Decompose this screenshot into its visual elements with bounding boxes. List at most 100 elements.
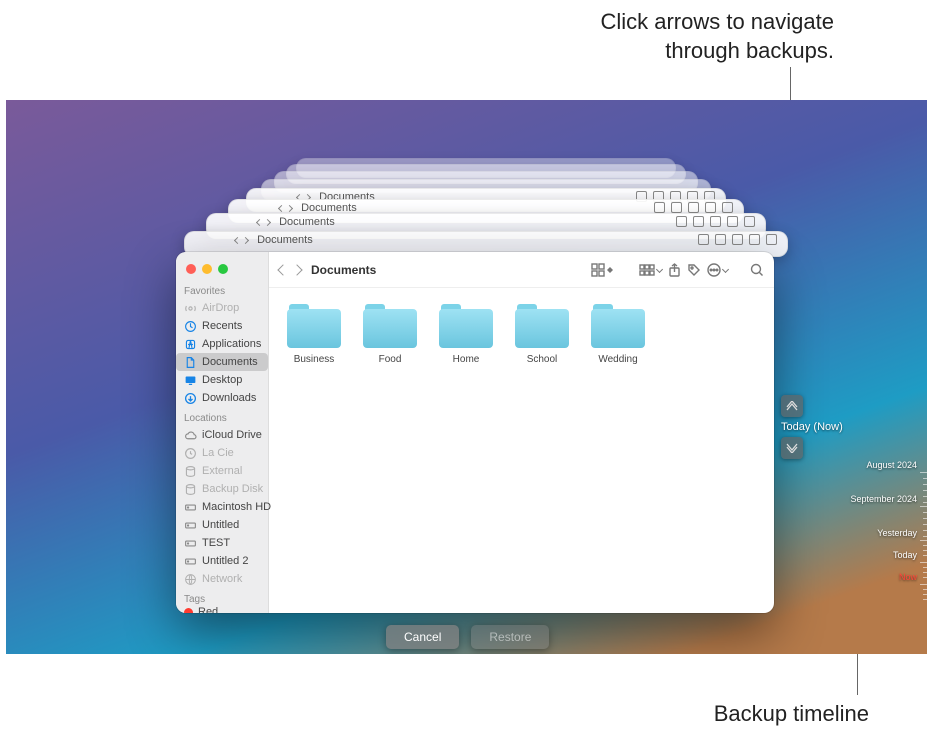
sidebar-item-label: Untitled 2 (202, 555, 248, 567)
folder-icon (439, 304, 493, 348)
sidebar-item[interactable]: Desktop (176, 371, 268, 389)
sidebar-item[interactable]: Untitled 2 (176, 552, 268, 570)
timeline-entry[interactable]: Today (847, 550, 927, 572)
sidebar-item[interactable]: TEST (176, 534, 268, 552)
sidebar-item[interactable]: Applications (176, 335, 268, 353)
hd-icon (184, 501, 197, 514)
sidebar-item[interactable]: Downloads (176, 389, 268, 407)
folder-item[interactable]: School (511, 304, 573, 365)
folder-label: Wedding (587, 354, 649, 365)
folder-icon (287, 304, 341, 348)
cloud-icon (184, 429, 197, 442)
airdrop-icon (184, 302, 197, 315)
sidebar-item[interactable]: Untitled (176, 516, 268, 534)
timeline-entry[interactable]: Yesterday (847, 528, 927, 550)
close-button[interactable] (186, 264, 196, 274)
folder-icon (515, 304, 569, 348)
toolbar: Documents (269, 252, 774, 288)
sidebar-item-label: Applications (202, 338, 261, 350)
folder-item[interactable]: Wedding (587, 304, 649, 365)
timeline-entry[interactable]: August 2024 (847, 460, 927, 494)
timeline-entry[interactable]: Now (847, 572, 927, 594)
back-button[interactable] (277, 264, 288, 275)
callout-arrows-text: Click arrows to navigatethrough backups. (600, 8, 834, 65)
sidebar-heading-tags: Tags (176, 588, 268, 607)
more-button[interactable] (707, 263, 728, 277)
restore-button[interactable]: Restore (471, 625, 549, 649)
disk-icon (184, 483, 197, 496)
sidebar-item[interactable]: La Cie (176, 444, 268, 462)
search-button[interactable] (750, 263, 764, 277)
sidebar-item[interactable]: Documents (176, 353, 268, 371)
finder-window: Favorites AirDrop Recents Applications Docu… (176, 252, 774, 613)
backup-nav: Today (Now) (781, 395, 843, 463)
share-button[interactable] (668, 263, 681, 277)
downloads-icon (184, 392, 197, 405)
hd-icon (184, 519, 197, 532)
sidebar-heading-locations: Locations (176, 407, 268, 426)
forward-button[interactable] (291, 264, 302, 275)
zoom-button[interactable] (218, 264, 228, 274)
callout-timeline-text: Backup timeline (714, 700, 869, 729)
desktop-icon (184, 374, 197, 387)
timeline-entry[interactable]: September 2024 (847, 494, 927, 528)
globe-icon (184, 573, 197, 586)
tag-button[interactable] (687, 263, 701, 277)
folder-item[interactable]: Business (283, 304, 345, 365)
icon-view-button[interactable] (591, 263, 613, 277)
sidebar-item-label: Red (198, 607, 218, 613)
sidebar-item-label: Backup Disk (202, 483, 263, 495)
folder-icon (591, 304, 645, 348)
sidebar-item[interactable]: Macintosh HD (176, 498, 268, 516)
folder-label: School (511, 354, 573, 365)
sidebar-item[interactable]: Backup Disk (176, 480, 268, 498)
sidebar-item-label: Downloads (202, 392, 256, 404)
sidebar-item[interactable]: AirDrop (176, 299, 268, 317)
sidebar-item-label: Network (202, 573, 242, 585)
sidebar-item-label: AirDrop (202, 302, 239, 314)
sidebar-item[interactable]: Network (176, 570, 268, 588)
sidebar-item-label: La Cie (202, 447, 234, 459)
backup-current-label: Today (Now) (781, 421, 843, 433)
folder-content: Business Food Home School Wedding (269, 288, 774, 613)
minimize-button[interactable] (202, 264, 212, 274)
main-panel: Documents (269, 252, 774, 613)
breadcrumb-current: Documents (311, 263, 376, 277)
backup-timeline[interactable]: August 2024September 2024YesterdayTodayN… (847, 460, 927, 594)
folder-icon (363, 304, 417, 348)
applications-icon (184, 338, 197, 351)
folder-label: Home (435, 354, 497, 365)
hd-icon (184, 537, 197, 550)
backup-next-arrow[interactable] (781, 437, 803, 459)
sidebar-item[interactable]: iCloud Drive (176, 426, 268, 444)
sidebar: Favorites AirDrop Recents Applications Docu… (176, 252, 269, 613)
window-controls (176, 258, 268, 280)
group-button[interactable] (639, 264, 662, 276)
backup-prev-arrow[interactable] (781, 395, 803, 417)
sidebar-item-label: iCloud Drive (202, 429, 262, 441)
hd-icon (184, 555, 197, 568)
folder-item[interactable]: Food (359, 304, 421, 365)
sidebar-item-label: External (202, 465, 242, 477)
document-icon (184, 356, 197, 369)
sidebar-item-label: Desktop (202, 374, 242, 386)
tag-color-icon (184, 608, 193, 614)
sidebar-item-label: Untitled (202, 519, 239, 531)
sidebar-item-label: Macintosh HD (202, 501, 271, 513)
time-machine-stage: Documents Documents Documents Documents … (6, 100, 927, 654)
sidebar-tag[interactable]: Red (176, 607, 268, 613)
folder-label: Business (283, 354, 345, 365)
sidebar-heading-favorites: Favorites (176, 280, 268, 299)
disk-icon (184, 465, 197, 478)
cancel-button[interactable]: Cancel (386, 625, 459, 649)
sidebar-item[interactable]: External (176, 462, 268, 480)
bottom-bar: Cancel Restore (386, 625, 549, 649)
folder-item[interactable]: Home (435, 304, 497, 365)
clock2-icon (184, 447, 197, 460)
folder-label: Food (359, 354, 421, 365)
sidebar-item-label: TEST (202, 537, 230, 549)
sidebar-item[interactable]: Recents (176, 317, 268, 335)
clock-icon (184, 320, 197, 333)
sidebar-item-label: Recents (202, 320, 242, 332)
sidebar-item-label: Documents (202, 356, 258, 368)
